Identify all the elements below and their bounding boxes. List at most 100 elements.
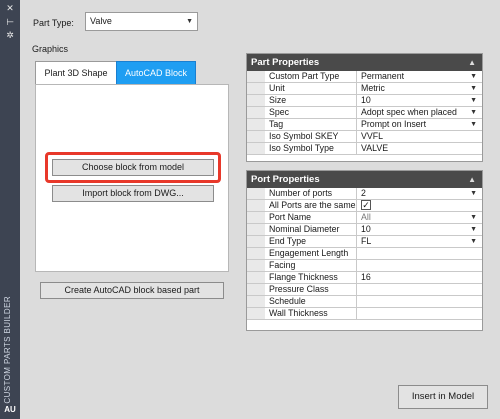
- property-value-text: 10: [361, 224, 371, 234]
- property-value[interactable]: [357, 260, 482, 271]
- property-value-text: 16: [361, 272, 371, 282]
- row-gutter: [247, 143, 265, 154]
- property-name: Wall Thickness: [265, 308, 357, 319]
- property-select[interactable]: 2 ▼: [357, 188, 482, 199]
- part-type-label: Part Type:: [33, 18, 74, 28]
- row-gutter: [247, 248, 265, 259]
- chevron-down-icon[interactable]: ▼: [470, 119, 477, 130]
- property-value[interactable]: [357, 248, 482, 259]
- row-gutter: [247, 212, 265, 223]
- choose-block-button[interactable]: Choose block from model: [52, 159, 214, 176]
- property-row[interactable]: Iso Symbol Type VALVE: [247, 143, 482, 155]
- property-row[interactable]: Engagement Length: [247, 248, 482, 260]
- property-value[interactable]: [357, 308, 482, 319]
- property-row[interactable]: All Ports are the same ✓: [247, 200, 482, 212]
- palette-title: CUSTOM PARTS BUILDER: [3, 296, 12, 404]
- property-name: Port Name: [265, 212, 357, 223]
- property-row[interactable]: Number of ports 2 ▼: [247, 188, 482, 200]
- app-logo-icon: AU: [4, 405, 16, 414]
- property-value[interactable]: [357, 296, 482, 307]
- chevron-down-icon[interactable]: ▼: [470, 188, 477, 199]
- row-gutter: [247, 83, 265, 94]
- property-name: End Type: [265, 236, 357, 247]
- part-properties-title: Part Properties: [251, 57, 320, 68]
- settings-icon[interactable]: ✲: [4, 31, 16, 41]
- property-row[interactable]: Wall Thickness: [247, 308, 482, 320]
- property-row[interactable]: Schedule: [247, 296, 482, 308]
- property-name: Size: [265, 95, 357, 106]
- chevron-down-icon[interactable]: ▼: [470, 71, 477, 82]
- property-value[interactable]: 16: [357, 272, 482, 283]
- chevron-down-icon[interactable]: ▼: [470, 83, 477, 94]
- row-gutter: [247, 296, 265, 307]
- row-gutter: [247, 224, 265, 235]
- property-name: Nominal Diameter: [265, 224, 357, 235]
- property-row[interactable]: Spec Adopt spec when placed ▼: [247, 107, 482, 119]
- property-value[interactable]: VALVE: [357, 143, 482, 154]
- chevron-down-icon: ▼: [186, 18, 193, 25]
- tab-plant-3d-shape[interactable]: Plant 3D Shape: [35, 61, 117, 85]
- property-checkbox[interactable]: ✓: [357, 200, 482, 211]
- row-gutter: [247, 284, 265, 295]
- property-value[interactable]: VVFL: [357, 131, 482, 142]
- property-row[interactable]: Pressure Class: [247, 284, 482, 296]
- property-select[interactable]: 10 ▼: [357, 224, 482, 235]
- close-icon[interactable]: ✕: [4, 4, 16, 14]
- property-name: Unit: [265, 83, 357, 94]
- collapse-icon[interactable]: ▲: [468, 54, 476, 71]
- property-select[interactable]: FL ▼: [357, 236, 482, 247]
- row-gutter: [247, 188, 265, 199]
- property-row[interactable]: Facing: [247, 260, 482, 272]
- collapse-icon[interactable]: ▲: [468, 171, 476, 188]
- property-name: Engagement Length: [265, 248, 357, 259]
- property-row[interactable]: Size 10 ▼: [247, 95, 482, 107]
- create-block-part-button[interactable]: Create AutoCAD block based part: [40, 282, 224, 299]
- property-value[interactable]: [357, 284, 482, 295]
- tab-autocad-block[interactable]: AutoCAD Block: [116, 61, 196, 85]
- property-select[interactable]: Metric ▼: [357, 83, 482, 94]
- property-row[interactable]: Nominal Diameter 10 ▼: [247, 224, 482, 236]
- port-properties-title: Port Properties: [251, 174, 320, 185]
- property-name: Pressure Class: [265, 284, 357, 295]
- property-name: Facing: [265, 260, 357, 271]
- property-row[interactable]: Custom Part Type Permanent ▼: [247, 71, 482, 83]
- chevron-down-icon[interactable]: ▼: [470, 224, 477, 235]
- checkbox-checked-icon[interactable]: ✓: [361, 200, 371, 210]
- part-type-select[interactable]: Valve ▼: [85, 12, 198, 31]
- property-select[interactable]: Adopt spec when placed ▼: [357, 107, 482, 118]
- property-select[interactable]: Prompt on Insert ▼: [357, 119, 482, 130]
- property-row[interactable]: End Type FL ▼: [247, 236, 482, 248]
- property-name: Iso Symbol Type: [265, 143, 357, 154]
- property-value-text: Adopt spec when placed: [361, 107, 457, 117]
- import-block-button[interactable]: Import block from DWG...: [52, 185, 214, 202]
- property-value-text: VVFL: [361, 131, 384, 141]
- property-row[interactable]: Port Name All ▼: [247, 212, 482, 224]
- property-row[interactable]: Iso Symbol SKEY VVFL: [247, 131, 482, 143]
- row-gutter: [247, 119, 265, 130]
- chevron-down-icon[interactable]: ▼: [470, 95, 477, 106]
- property-row[interactable]: Unit Metric ▼: [247, 83, 482, 95]
- chevron-down-icon[interactable]: ▼: [470, 212, 477, 223]
- property-value-text: Metric: [361, 83, 385, 93]
- part-properties-header[interactable]: Part Properties ▲: [247, 54, 482, 71]
- property-value-text: Prompt on Insert: [361, 119, 427, 129]
- port-properties-header[interactable]: Port Properties ▲: [247, 171, 482, 188]
- row-gutter: [247, 260, 265, 271]
- property-row[interactable]: Tag Prompt on Insert ▼: [247, 119, 482, 131]
- property-select[interactable]: Permanent ▼: [357, 71, 482, 82]
- graphics-label: Graphics: [32, 44, 69, 54]
- property-name: Spec: [265, 107, 357, 118]
- property-name: Schedule: [265, 296, 357, 307]
- property-name: Tag: [265, 119, 357, 130]
- property-select[interactable]: All ▼: [357, 212, 482, 223]
- property-row[interactable]: Flange Thickness 16: [247, 272, 482, 284]
- property-value-text: Permanent: [361, 71, 405, 81]
- chevron-down-icon[interactable]: ▼: [470, 236, 477, 247]
- pin-icon[interactable]: ⊢: [4, 18, 16, 28]
- row-gutter: [247, 308, 265, 319]
- chevron-down-icon[interactable]: ▼: [470, 107, 477, 118]
- insert-in-model-button[interactable]: Insert in Model: [398, 385, 488, 409]
- row-gutter: [247, 272, 265, 283]
- property-value-text: VALVE: [361, 143, 389, 153]
- property-select[interactable]: 10 ▼: [357, 95, 482, 106]
